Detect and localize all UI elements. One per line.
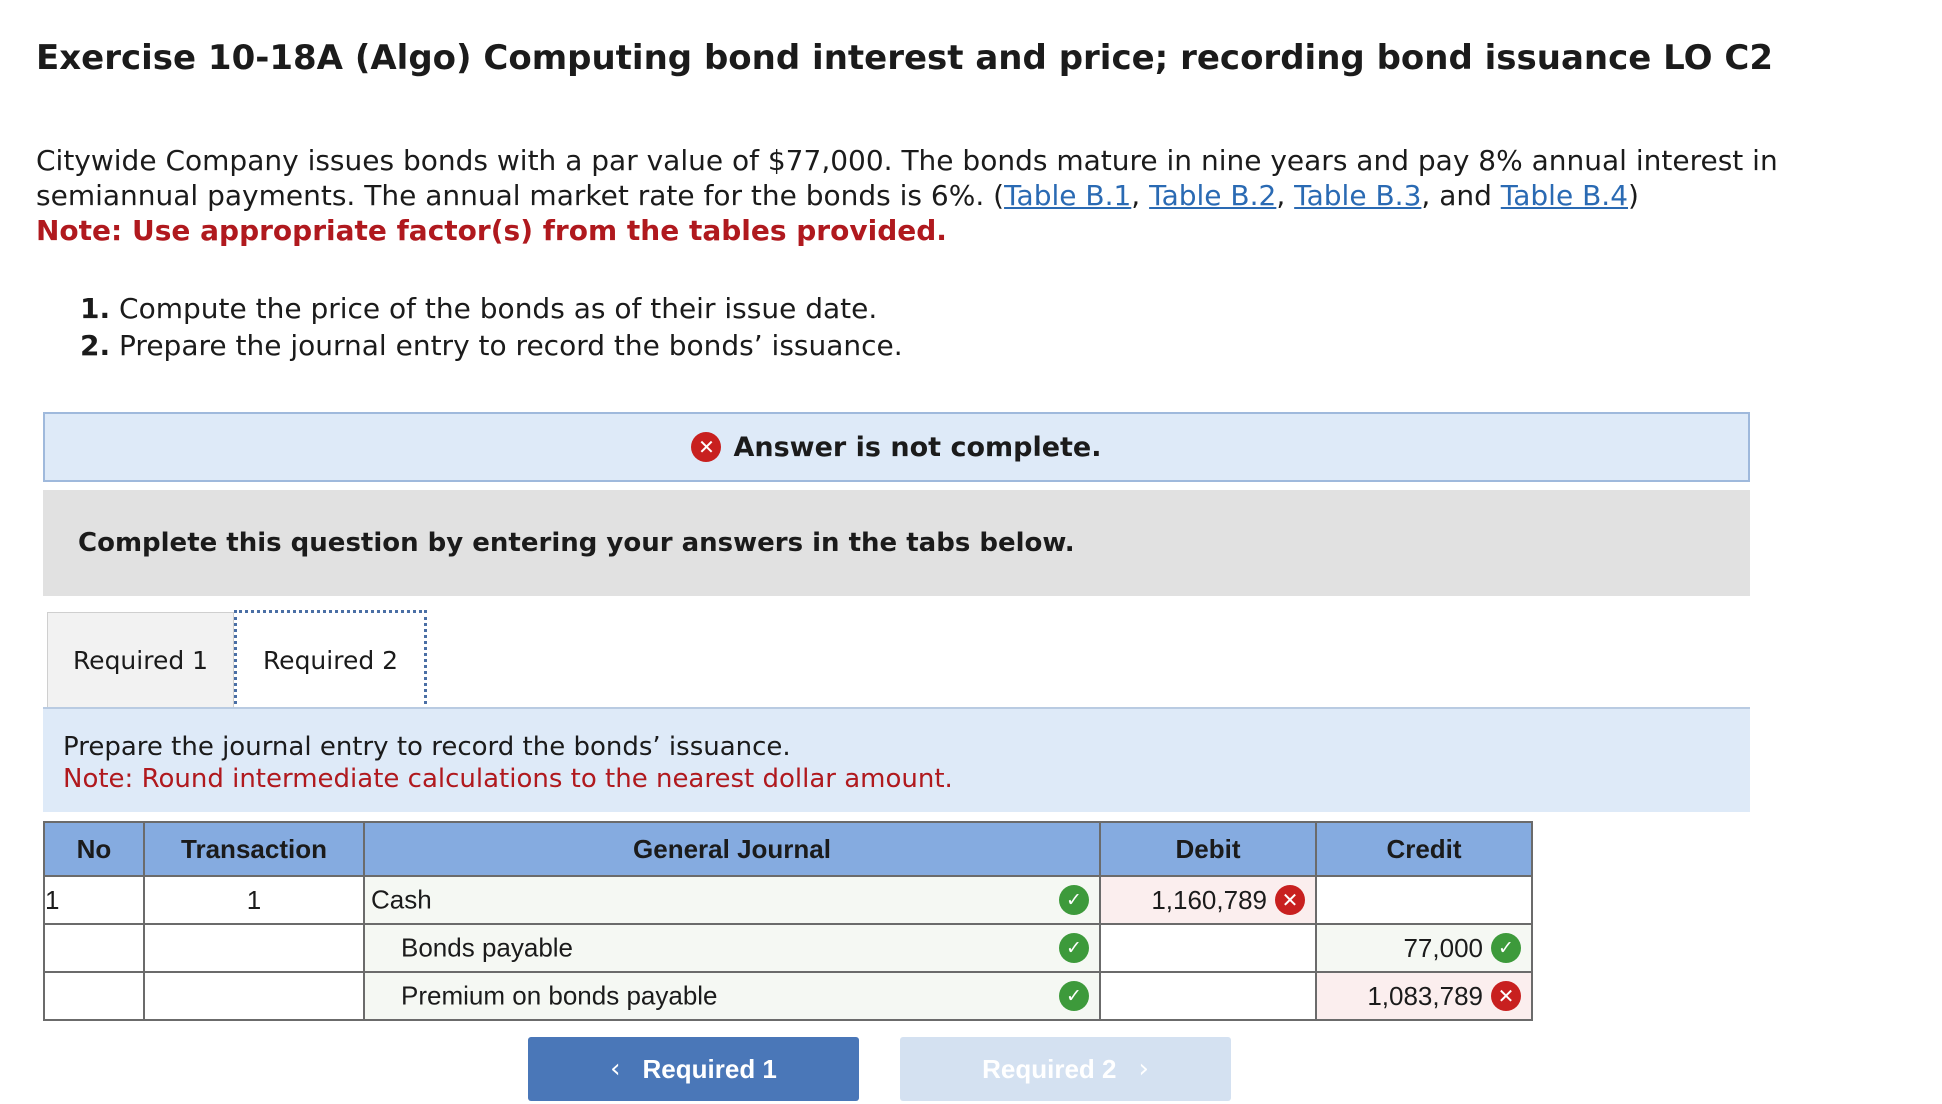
account-name: Bonds payable xyxy=(401,932,574,963)
credit-cell[interactable]: 77,000 ✓ xyxy=(1315,923,1533,973)
instructions-text: Complete this question by entering your … xyxy=(78,528,1075,558)
header-transaction: Transaction xyxy=(143,821,365,877)
check-circle-icon: ✓ xyxy=(1491,933,1521,963)
general-journal-table: No Transaction General Journal Debit Cre… xyxy=(43,821,1533,1021)
requirement-number: 1. xyxy=(80,292,111,325)
separator: , xyxy=(1131,179,1150,212)
transaction-cell xyxy=(143,971,365,1021)
no-cell: 1 xyxy=(43,875,145,925)
table-b1-link[interactable]: Table B.1 xyxy=(1004,179,1131,212)
account-name: Cash xyxy=(371,884,432,915)
tab-required-1[interactable]: Required 1 xyxy=(47,612,234,708)
tab-label: Required 2 xyxy=(262,645,399,675)
close-paren: ) xyxy=(1628,179,1639,212)
table-b3-link[interactable]: Table B.3 xyxy=(1294,179,1421,212)
credit-cell[interactable]: 1,083,789 ✕ xyxy=(1315,971,1533,1021)
debit-amount: 1,160,789 xyxy=(1151,884,1267,915)
account-cell[interactable]: Premium on bonds payable ✓ xyxy=(363,971,1101,1021)
requirement-text: Compute the price of the bonds as of the… xyxy=(110,292,878,325)
problem-statement: Citywide Company issues bonds with a par… xyxy=(36,143,1836,248)
x-circle-icon: ✕ xyxy=(1491,981,1521,1011)
account-cell[interactable]: Cash ✓ xyxy=(363,875,1101,925)
next-button-label: Required 2 xyxy=(982,1053,1117,1084)
check-circle-icon: ✓ xyxy=(1059,981,1089,1011)
transaction-cell: 1 xyxy=(143,875,365,925)
tab-panel-instructions: Prepare the journal entry to record the … xyxy=(43,709,1750,812)
exercise-title: Exercise 10-18A (Algo) Computing bond in… xyxy=(36,38,1773,78)
factor-note: Note: Use appropriate factor(s) from the… xyxy=(36,214,947,247)
credit-amount: 77,000 xyxy=(1403,932,1483,963)
panel-note: Note: Round intermediate calculations to… xyxy=(63,764,953,794)
account-cell[interactable]: Bonds payable ✓ xyxy=(363,923,1101,973)
debit-cell[interactable]: 1,160,789 ✕ xyxy=(1099,875,1317,925)
chevron-left-icon: ‹ xyxy=(610,1054,621,1084)
requirement-number: 2. xyxy=(80,329,111,362)
x-circle-icon: ✕ xyxy=(1275,885,1305,915)
header-general-journal: General Journal xyxy=(363,821,1101,877)
table-row: 1 1 Cash ✓ 1,160,789 ✕ xyxy=(43,875,1533,925)
requirement-item: 2. Prepare the journal entry to record t… xyxy=(80,327,903,364)
instructions-box: Complete this question by entering your … xyxy=(43,490,1750,596)
answer-status-text: Answer is not complete. xyxy=(733,431,1102,463)
no-cell xyxy=(43,971,145,1021)
requirement-item: 1. Compute the price of the bonds as of … xyxy=(80,290,903,327)
credit-amount: 1,083,789 xyxy=(1367,980,1483,1011)
header-credit: Credit xyxy=(1315,821,1533,877)
transaction-cell xyxy=(143,923,365,973)
tab-label: Required 1 xyxy=(72,646,209,675)
table-b2-link[interactable]: Table B.2 xyxy=(1149,179,1276,212)
credit-cell[interactable] xyxy=(1315,875,1533,925)
check-circle-icon: ✓ xyxy=(1059,885,1089,915)
separator: , xyxy=(1276,179,1295,212)
check-circle-icon: ✓ xyxy=(1059,933,1089,963)
tab-required-2[interactable]: Required 2 xyxy=(234,610,427,710)
requirements-list: 1. Compute the price of the bonds as of … xyxy=(80,290,903,364)
no-cell xyxy=(43,923,145,973)
panel-instruction: Prepare the journal entry to record the … xyxy=(63,732,791,762)
debit-cell[interactable] xyxy=(1099,923,1317,973)
next-required-2-button[interactable]: Required 2 › xyxy=(900,1037,1231,1101)
table-row: Bonds payable ✓ 77,000 ✓ xyxy=(43,923,1533,973)
table-header-row: No Transaction General Journal Debit Cre… xyxy=(43,821,1533,877)
separator: , and xyxy=(1421,179,1501,212)
account-name: Premium on bonds payable xyxy=(401,980,718,1011)
prev-required-1-button[interactable]: ‹ Required 1 xyxy=(528,1037,859,1101)
answer-status-banner: ✕ Answer is not complete. xyxy=(43,412,1750,482)
table-b4-link[interactable]: Table B.4 xyxy=(1501,179,1628,212)
requirement-text: Prepare the journal entry to record the … xyxy=(110,329,903,362)
prev-button-label: Required 1 xyxy=(642,1053,777,1084)
debit-cell[interactable] xyxy=(1099,971,1317,1021)
chevron-right-icon: › xyxy=(1138,1054,1149,1084)
header-no: No xyxy=(43,821,145,877)
table-row: Premium on bonds payable ✓ 1,083,789 ✕ xyxy=(43,971,1533,1021)
header-debit: Debit xyxy=(1099,821,1317,877)
x-circle-icon: ✕ xyxy=(691,432,722,462)
